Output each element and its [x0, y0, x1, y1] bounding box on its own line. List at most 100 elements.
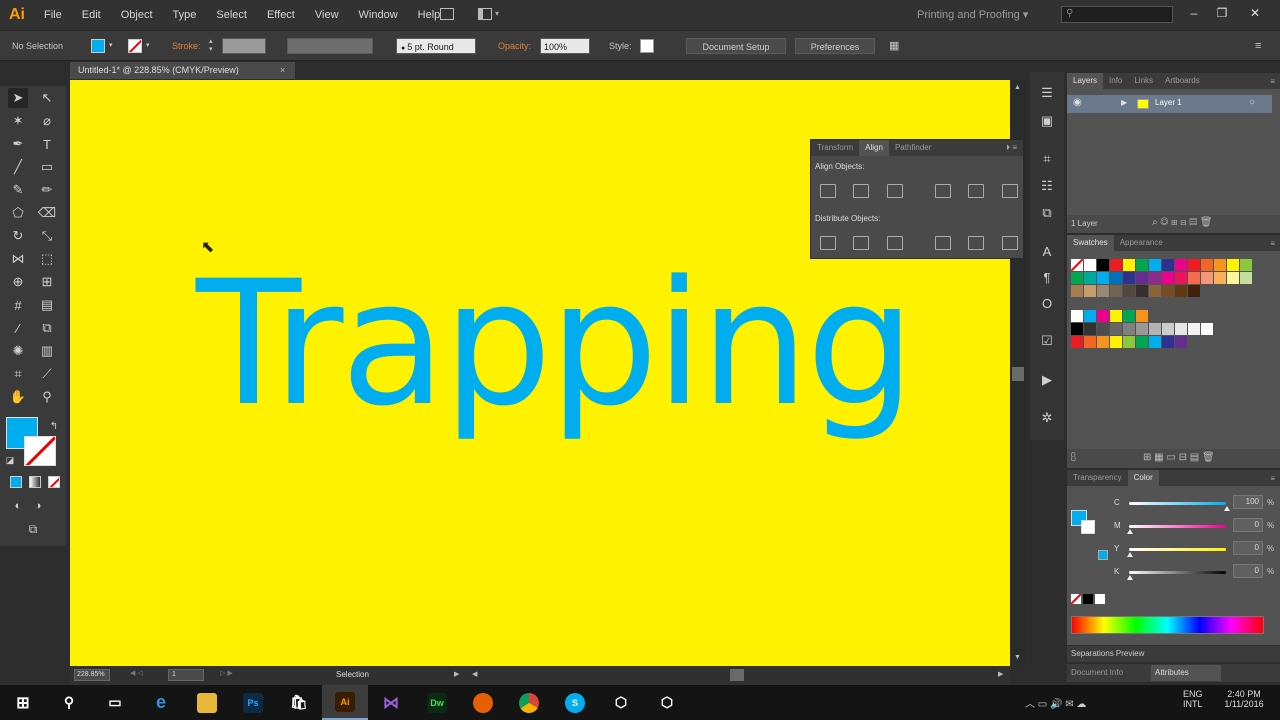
swatch[interactable] — [1123, 336, 1135, 348]
scroll-left-icon[interactable]: ◀ — [472, 670, 477, 678]
type-tool-icon[interactable]: T — [37, 134, 57, 154]
opacity-label[interactable]: Opacity: — [498, 38, 531, 54]
direct-selection-tool-icon[interactable]: ↖ — [37, 88, 57, 108]
swatch[interactable] — [1070, 258, 1084, 272]
tab-info[interactable]: Info — [1103, 73, 1128, 89]
tab-color[interactable]: Color — [1127, 470, 1159, 486]
stroke-label[interactable]: Stroke: — [172, 38, 201, 54]
swatch[interactable] — [1149, 323, 1161, 335]
black-swatch[interactable] — [1083, 594, 1093, 604]
paragraph-icon[interactable]: ¶ — [1036, 266, 1058, 288]
target-icon[interactable]: ○ — [1249, 97, 1255, 108]
tab-transparency[interactable]: Transparency — [1067, 470, 1128, 486]
variable-width-profile[interactable] — [287, 38, 373, 54]
chevron-down-icon[interactable]: ▾ — [146, 38, 150, 54]
expand-arrow-icon[interactable]: ▶ — [1121, 98, 1127, 107]
skype-button[interactable]: S — [552, 685, 598, 720]
slice-tool-icon[interactable]: ⟋ — [37, 364, 57, 384]
tab-align[interactable]: Align — [859, 140, 889, 156]
scroll-down-icon[interactable]: ▼ — [1014, 654, 1021, 661]
selection-tool-icon[interactable]: ➤ — [8, 88, 28, 108]
photoshop-button[interactable]: Ps — [230, 685, 276, 720]
document-setup-button[interactable]: Document Setup — [686, 38, 786, 54]
tab-attributes[interactable]: Attributes — [1151, 665, 1221, 681]
menu-edit[interactable]: Edit — [72, 0, 111, 30]
graph-tool-icon[interactable]: ▥ — [37, 341, 57, 361]
swatch[interactable] — [1071, 272, 1083, 284]
panel-menu-icon[interactable]: ≡ — [1270, 239, 1280, 248]
align-bottom-icon[interactable] — [1002, 184, 1018, 198]
menu-icon[interactable]: ☰ — [1036, 82, 1058, 104]
align-icon[interactable]: ☷ — [1036, 175, 1058, 197]
tab-swatches[interactable]: Swatches — [1067, 235, 1114, 251]
vertical-scroll-thumb[interactable] — [1012, 367, 1024, 381]
task-view-button[interactable]: ▭ — [92, 685, 138, 720]
menu-effect[interactable]: Effect — [257, 0, 305, 30]
channel-slider[interactable] — [1129, 548, 1226, 551]
swatch[interactable] — [1110, 259, 1122, 271]
app2-button[interactable]: ⬡ — [644, 685, 690, 720]
swatch[interactable] — [1097, 259, 1109, 271]
swatch[interactable] — [1136, 285, 1148, 297]
swatch-actions-icons[interactable]: ⊞ ▦ ▭ ⊟ ▤ 🗑 — [1143, 452, 1215, 463]
swatch[interactable] — [1123, 272, 1135, 284]
opentype-icon[interactable]: O — [1036, 292, 1058, 314]
swatch[interactable] — [1084, 336, 1096, 348]
swatch[interactable] — [1136, 272, 1148, 284]
align-right-icon[interactable] — [887, 184, 903, 198]
play-icon[interactable]: ▶ — [1036, 369, 1058, 391]
swatch[interactable] — [1175, 272, 1187, 284]
tab-close-icon[interactable]: × — [280, 62, 285, 79]
slider-thumb[interactable] — [1127, 552, 1133, 557]
channel-slider[interactable] — [1129, 571, 1226, 574]
workspace-switcher[interactable]: Printing and Proofing ▾ — [917, 8, 1028, 21]
line-tool-icon[interactable]: ╱ — [8, 157, 28, 177]
distribute-right-icon[interactable] — [1002, 236, 1018, 250]
swatch[interactable] — [1201, 323, 1213, 335]
fill-swatch[interactable] — [91, 39, 105, 53]
swatch[interactable] — [1136, 310, 1148, 322]
properties-icon[interactable]: ▣ — [1036, 110, 1058, 132]
minimize-button[interactable]: – — [1182, 4, 1206, 22]
swatch[interactable] — [1188, 285, 1200, 297]
color-spectrum[interactable] — [1071, 616, 1264, 634]
store-button[interactable]: 🛍 — [276, 685, 322, 720]
stroke-weight-field[interactable] — [222, 38, 266, 54]
swatch[interactable] — [1188, 259, 1200, 271]
channel-value-field[interactable]: 0 — [1233, 564, 1263, 578]
artboard-prev-icon[interactable]: ◀ ◁ — [130, 669, 143, 677]
brush-definition[interactable]: ● 5 pt. Round — [396, 38, 476, 54]
align-horizontal-center-icon[interactable] — [853, 184, 869, 198]
arrange-documents-icon[interactable] — [478, 8, 492, 20]
transform-icon[interactable]: ⌗ — [1036, 148, 1058, 170]
artboard-next-icon[interactable]: ▷ ▶ — [220, 669, 233, 677]
distribute-vertical-center-icon[interactable] — [853, 236, 869, 250]
clock[interactable]: 2:40 PM 1/11/2016 — [1220, 689, 1268, 709]
menu-file[interactable]: File — [34, 0, 72, 30]
swatch[interactable] — [1097, 323, 1109, 335]
layer-actions-icons[interactable]: ⌕ ◎ ⊞ ⊟ ▤ 🗑 — [1152, 217, 1212, 228]
menu-select[interactable]: Select — [206, 0, 257, 30]
artwork-text[interactable]: Trapping — [196, 258, 915, 430]
draw-mode-icon[interactable]: ◐ — [8, 496, 28, 516]
slider-thumb[interactable] — [1224, 506, 1230, 511]
zoom-tool-icon[interactable]: ⚲ — [37, 387, 57, 407]
firefox-button[interactable] — [460, 685, 506, 720]
scroll-right-icon[interactable]: ▶ — [998, 670, 1003, 678]
swatch[interactable] — [1175, 259, 1187, 271]
eraser-tool-icon[interactable]: ⌫ — [37, 203, 57, 223]
input-language[interactable]: ENG INTL — [1183, 689, 1203, 709]
align-vertical-center-icon[interactable] — [968, 184, 984, 198]
color-mode-icon[interactable] — [10, 476, 22, 488]
swatch[interactable] — [1175, 323, 1187, 335]
close-button[interactable]: ✕ — [1243, 4, 1267, 22]
swatch[interactable] — [1071, 323, 1083, 335]
channel-value-field[interactable]: 0 — [1233, 518, 1263, 532]
swatch[interactable] — [1097, 272, 1109, 284]
out-of-gamut-swatch[interactable] — [1098, 550, 1108, 560]
swatch[interactable] — [1175, 336, 1187, 348]
align-left-icon[interactable] — [820, 184, 836, 198]
swatch[interactable] — [1188, 323, 1200, 335]
swatch[interactable] — [1123, 285, 1135, 297]
channel-slider[interactable] — [1129, 502, 1226, 505]
